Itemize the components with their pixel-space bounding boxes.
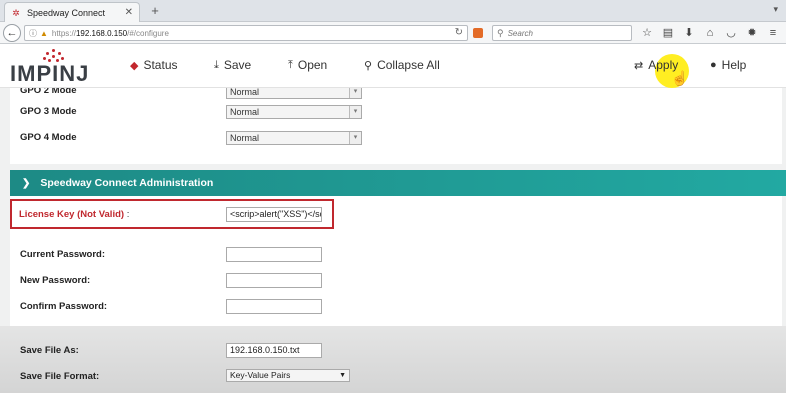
menu-icon[interactable]: ≡ bbox=[766, 25, 780, 41]
chevron-down-icon: ▾ bbox=[349, 132, 361, 144]
confirm-password-input[interactable] bbox=[226, 299, 322, 314]
url-host: 192.168.0.150 bbox=[75, 28, 128, 38]
upload-arrow-icon: ⤒ bbox=[288, 58, 293, 71]
configuration-content[interactable]: GPO 2 Mode Normal ▾ GPO 3 Mode Normal ▾ … bbox=[0, 88, 786, 393]
browser-tab-bar: ✲ Speedway Connect ✕ + ▾ bbox=[0, 0, 786, 22]
status-label: Status bbox=[143, 58, 178, 72]
confirm-password-label: Confirm Password: bbox=[20, 301, 108, 312]
chevron-down-icon: ❯ bbox=[22, 177, 31, 189]
chevron-down-icon: ▾ bbox=[349, 88, 361, 98]
admin-section-title: Speedway Connect Administration bbox=[40, 177, 214, 189]
pocket-icon[interactable] bbox=[473, 28, 483, 38]
site-favicon-icon: ✲ bbox=[12, 7, 20, 18]
download-arrow-icon: ⤓ bbox=[214, 58, 219, 71]
license-key-highlight: License Key (Not Valid) : <scrip>alert("… bbox=[10, 199, 334, 229]
search-input[interactable] bbox=[507, 28, 618, 38]
chevron-down-icon: ▾ bbox=[349, 106, 361, 118]
save-file-format-value: Key-Value Pairs bbox=[230, 370, 291, 380]
back-icon[interactable]: ← bbox=[3, 24, 21, 42]
pocket-save-icon[interactable]: ◡ bbox=[724, 25, 738, 41]
impinj-logo: IMPINJ bbox=[10, 49, 102, 86]
save-label: Save bbox=[223, 58, 252, 72]
new-tab-icon[interactable]: + bbox=[146, 3, 164, 19]
swap-arrows-icon: ⇄ bbox=[634, 59, 644, 72]
close-tab-icon[interactable]: ✕ bbox=[125, 7, 133, 18]
hand-cursor-icon: ☝ bbox=[671, 70, 689, 86]
url-bar[interactable]: ⓘ ▲ https:// 192.168.0.150 /#/configure … bbox=[24, 25, 468, 41]
tab-list-icon[interactable]: ▾ bbox=[773, 4, 778, 15]
home-icon[interactable]: ⌂ bbox=[703, 25, 717, 41]
help-label: Help bbox=[721, 58, 747, 72]
search-icon: ⚲ bbox=[497, 27, 504, 38]
bookmark-star-icon[interactable]: ☆ bbox=[640, 25, 654, 41]
save-file-format-select[interactable]: Key-Value Pairs ▼ bbox=[226, 369, 350, 382]
current-password-input[interactable] bbox=[226, 247, 322, 262]
current-password-label: Current Password: bbox=[20, 249, 105, 260]
gpo3-mode-select[interactable]: Normal ▾ bbox=[226, 105, 362, 119]
save-file-format-label: Save File Format: bbox=[20, 371, 100, 382]
save-file-as-input[interactable]: 192.168.0.150.txt bbox=[226, 343, 322, 358]
gpo4-value: Normal bbox=[230, 133, 260, 143]
new-password-input[interactable] bbox=[226, 273, 322, 288]
gpo4-mode-select[interactable]: Normal ▾ bbox=[226, 131, 362, 145]
logo-text: IMPINJ bbox=[10, 61, 90, 86]
save-file-as-label: Save File As: bbox=[20, 345, 79, 356]
gpo3-value: Normal bbox=[230, 107, 260, 117]
warning-lock-icon[interactable]: ▲ bbox=[40, 29, 48, 38]
search-bar[interactable]: ⚲ bbox=[492, 25, 632, 41]
info-icon[interactable]: ⓘ bbox=[29, 28, 37, 39]
zoom-out-icon: ⚲ bbox=[364, 59, 373, 72]
reading-list-icon[interactable]: ▤ bbox=[661, 25, 675, 41]
license-key-colon: : bbox=[126, 209, 130, 220]
collapse-all-button[interactable]: ⚲ Collapse All bbox=[364, 58, 440, 72]
chevron-down-icon: ▼ bbox=[339, 372, 346, 379]
browser-tab[interactable]: ✲ Speedway Connect ✕ bbox=[4, 2, 140, 22]
url-path: /#/configure bbox=[127, 28, 169, 38]
new-password-label: New Password: bbox=[20, 275, 91, 286]
collapse-all-label: Collapse All bbox=[377, 58, 440, 72]
reload-icon[interactable]: ↻ bbox=[455, 27, 463, 38]
help-button[interactable]: ● Help bbox=[710, 58, 746, 72]
gpo2-value: Normal bbox=[230, 87, 260, 97]
file-options-area bbox=[0, 326, 786, 393]
download-icon[interactable]: ⬇ bbox=[682, 25, 696, 41]
browser-nav-bar: ← ⓘ ▲ https:// 192.168.0.150 /#/configur… bbox=[0, 22, 786, 44]
license-key-input[interactable]: <scrip>alert("XSS")</sc bbox=[226, 207, 322, 222]
save-button[interactable]: ⤓ Save bbox=[214, 58, 251, 72]
gpo3-label: GPO 3 Mode bbox=[20, 106, 77, 117]
help-circle-icon: ● bbox=[710, 59, 717, 71]
tab-title: Speedway Connect bbox=[27, 7, 106, 18]
open-label: Open bbox=[297, 58, 328, 72]
gpo-panel: GPO 2 Mode Normal ▾ GPO 3 Mode Normal ▾ … bbox=[10, 88, 782, 164]
admin-section-header[interactable]: ❯ Speedway Connect Administration bbox=[10, 170, 786, 196]
open-button[interactable]: ⤒ Open bbox=[288, 58, 327, 72]
toolbar-icons: ☆ ▤ ⬇ ⌂ ◡ ✹ ≡ bbox=[640, 25, 780, 41]
status-button[interactable]: ◆ Status bbox=[130, 58, 178, 72]
bug-icon[interactable]: ✹ bbox=[745, 25, 759, 41]
license-key-label-text: License Key (Not Valid) bbox=[19, 209, 125, 220]
gpo4-label: GPO 4 Mode bbox=[20, 132, 77, 143]
license-key-label: License Key (Not Valid) : bbox=[19, 209, 129, 220]
tag-icon: ◆ bbox=[130, 59, 139, 72]
url-protocol: https:// bbox=[51, 28, 76, 38]
gpo2-mode-select[interactable]: Normal ▾ bbox=[226, 87, 362, 99]
